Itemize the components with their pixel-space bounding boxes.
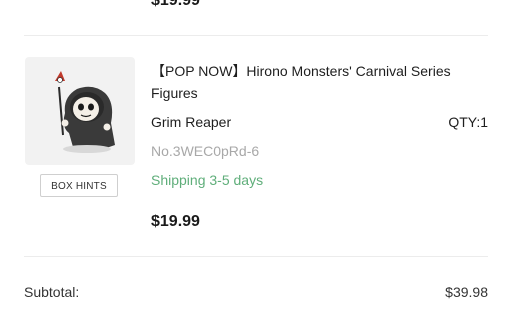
product-title[interactable]: 【POP NOW】Hirono Monsters' Carnival Serie… — [151, 60, 481, 104]
box-hints-button[interactable]: BOX HINTS — [40, 174, 118, 197]
grim-reaper-figure-icon — [55, 71, 115, 153]
subtotal-label: Subtotal: — [24, 284, 80, 300]
shipping-estimate: Shipping 3-5 days — [151, 172, 264, 188]
item-divider — [24, 35, 488, 36]
product-image[interactable] — [25, 57, 135, 165]
subtotal-value: $39.98 — [445, 284, 488, 300]
product-price: $19.99 — [151, 213, 200, 230]
order-items-page: $19.99 BOX HINTS 【POP NOW】Hirono Monster… — [0, 0, 512, 313]
product-sku: No.3WEC0pRd-6 — [151, 143, 260, 159]
summary-divider — [24, 256, 488, 257]
product-variant: Grim Reaper — [151, 114, 232, 130]
previous-item-price: $19.99 — [151, 0, 200, 9]
product-quantity: QTY:1 — [448, 114, 488, 130]
